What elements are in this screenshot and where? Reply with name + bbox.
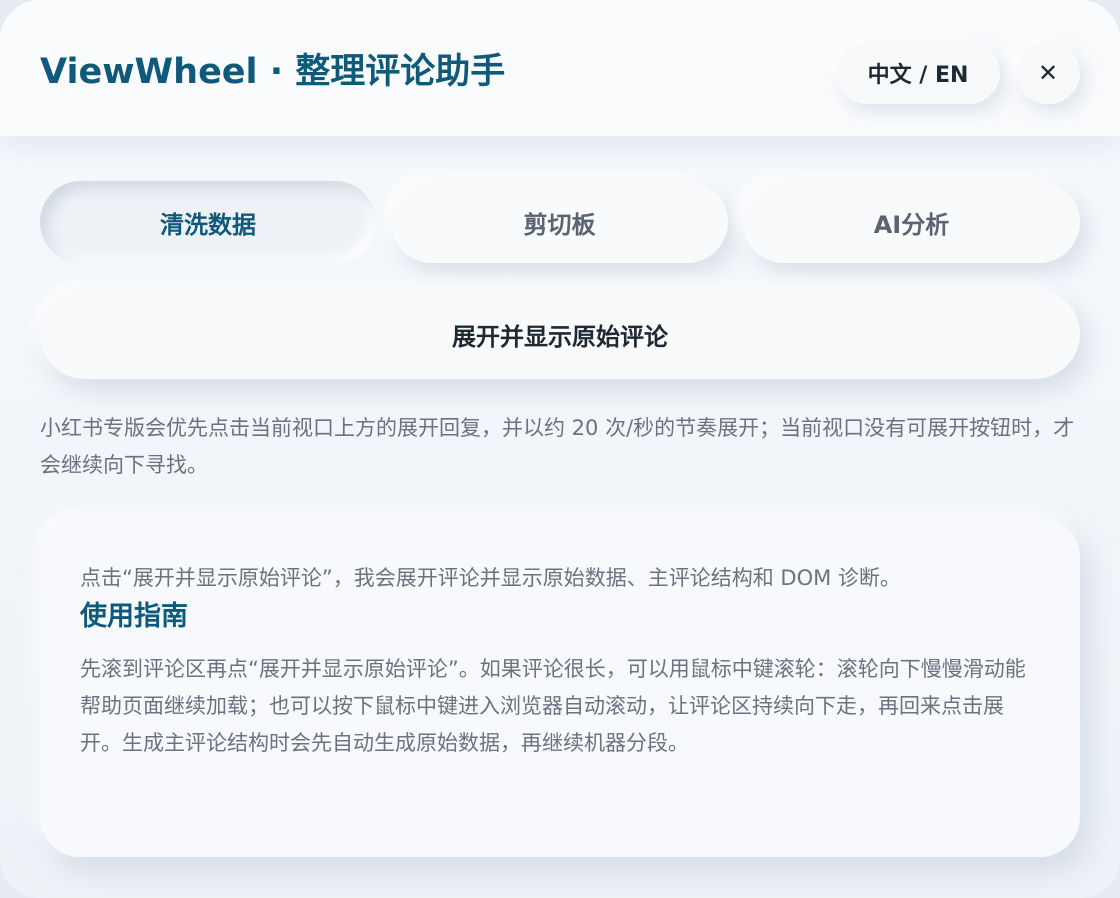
description-text: 小红书专版会优先点击当前视口上方的展开回复，并以约 20 次/秒的节奏展开；当前… xyxy=(40,416,1075,477)
close-icon: ✕ xyxy=(1037,59,1059,87)
tab-label: 剪切板 xyxy=(523,210,596,239)
close-button[interactable]: ✕ xyxy=(1016,42,1080,104)
panel-header: ViewWheel · 整理评论助手 中文 / EN ✕ xyxy=(0,0,1120,136)
tab-label: 清洗数据 xyxy=(160,210,256,239)
tab-ai-analysis[interactable]: AI分析 xyxy=(743,181,1080,263)
expand-show-comments-button[interactable]: 展开并显示原始评论 xyxy=(40,289,1080,379)
guide-card: 点击“展开并显示原始评论”，我会展开评论并显示原始数据、主评论结构和 DOM 诊… xyxy=(40,517,1080,857)
tab-label: AI分析 xyxy=(873,210,950,239)
guide-body-text: 先滚到评论区再点“展开并显示原始评论”。如果评论很长，可以用鼠标中键滚轮：滚轮向… xyxy=(80,657,1026,755)
guide-intro-text: 点击“展开并显示原始评论”，我会展开评论并显示原始数据、主评论结构和 DOM 诊… xyxy=(80,566,901,590)
language-toggle-button[interactable]: 中文 / EN xyxy=(836,42,1000,104)
app-title: ViewWheel · 整理评论助手 xyxy=(40,52,506,92)
tab-clipboard[interactable]: 剪切板 xyxy=(391,181,728,263)
tab-clean-data[interactable]: 清洗数据 xyxy=(40,181,376,263)
assistant-panel: ViewWheel · 整理评论助手 中文 / EN ✕ 清洗数据 剪切板 AI… xyxy=(0,0,1120,898)
guide-title: 使用指南 xyxy=(80,601,188,632)
